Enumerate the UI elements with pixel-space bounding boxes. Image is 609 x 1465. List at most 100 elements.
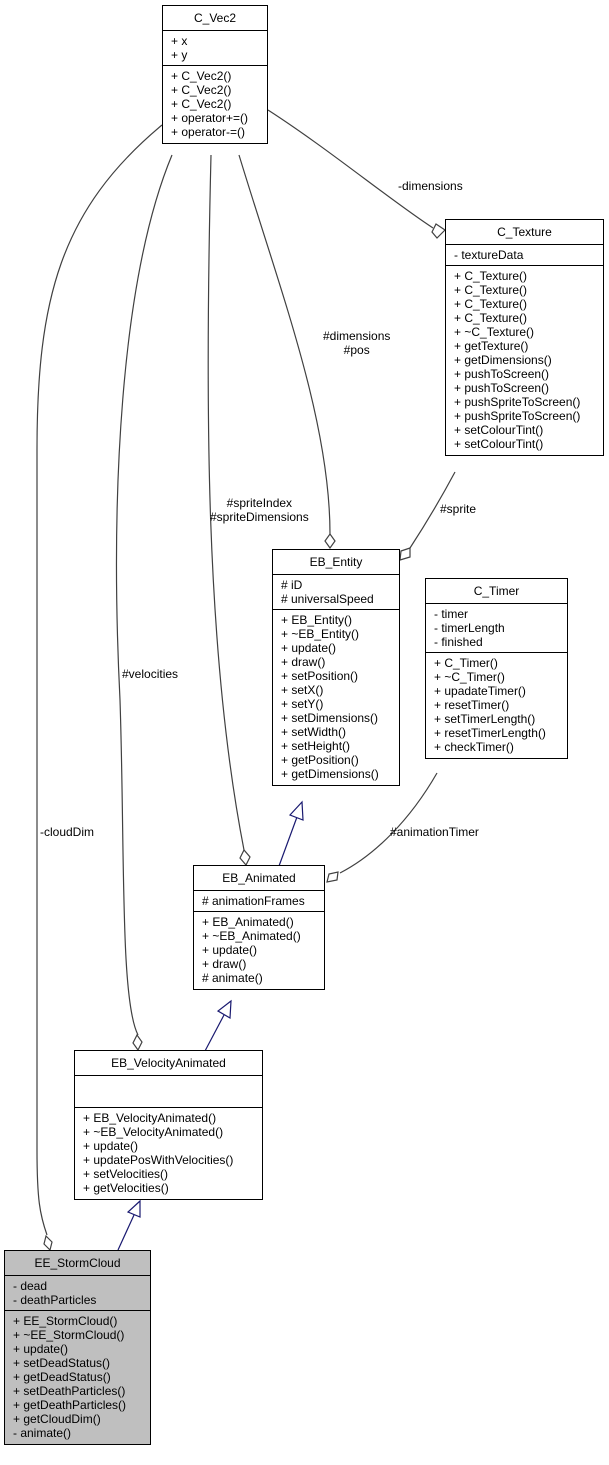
operation: + draw() [202,957,247,971]
operation: + getDeadStatus() [13,1370,111,1384]
operation: + setDimensions() [281,711,379,725]
operation: + setPosition() [281,669,359,683]
operation: + setColourTint() [454,437,544,451]
operation: + setY() [281,697,324,711]
class-name: C_Texture [446,220,603,245]
operation: + getDimensions() [454,353,552,367]
operation: + checkTimer() [434,740,514,754]
operation: + operator-=() [171,125,246,139]
label-animation-timer: #animationTimer [390,825,479,839]
operation: + setX() [281,683,324,697]
label-entity-dims-pos: #dimensions #pos [323,329,390,357]
class-c-vec2[interactable]: C_Vec2 + x + y + C_Vec2() + C_Vec2() + C_Vec2… [162,5,268,144]
attributes-compartment: # iD # universalSpeed [273,575,399,610]
operation: + operator+=() [171,111,249,125]
operation: + update() [83,1139,139,1153]
operation: + ~C_Texture() [454,325,535,339]
operation: + getTexture() [454,339,529,353]
operation: + setVelocities() [83,1167,169,1181]
class-c-texture[interactable]: C_Texture - textureData + C_Texture() + C_T… [445,219,604,456]
diamond-velocities [132,1033,143,1052]
operation: + getDeathParticles() [13,1398,127,1412]
edge-inherit-velocity-animated [204,1014,225,1052]
diamond-sprite-index [239,848,251,867]
class-name: C_Timer [426,579,567,604]
operation: + EB_VelocityAnimated() [83,1111,217,1125]
attribute: - timerLength [434,621,505,635]
attributes-compartment [75,1076,262,1108]
attribute: - deathParticles [13,1293,97,1307]
operation: + ~EB_VelocityAnimated() [83,1125,224,1139]
operation: + getCloudDim() [13,1412,101,1426]
diamond-cloud-dim [43,1234,53,1252]
operation: # animate() [202,971,263,985]
operations-compartment: + EB_VelocityAnimated() + ~EB_VelocityAni… [75,1108,262,1199]
operation: + EB_Animated() [202,915,294,929]
edge-velocities [115,154,173,1036]
operation: + upadateTimer() [434,684,526,698]
attribute: + x [171,34,188,48]
operation: + getDimensions() [281,767,379,781]
operation: + setDeadStatus() [13,1356,111,1370]
arrow-inherit-animated [216,999,232,1020]
operation: + C_Texture() [454,311,528,325]
operations-compartment: + EE_StormCloud() + ~EE_StormCloud() + upd… [5,1311,150,1444]
operation: + EE_StormCloud() [13,1314,118,1328]
operation: + getVelocities() [83,1181,169,1195]
operation: + C_Texture() [454,297,528,311]
operation: + ~EB_Entity() [281,627,360,641]
class-eb-velocityanimated[interactable]: EB_VelocityAnimated + EB_VelocityAnimated… [74,1050,263,1200]
operations-compartment: + C_Texture() + C_Texture() + C_Texture() +… [446,266,603,455]
label-dimensions-entity: #dimensions [323,329,391,343]
attribute: - dead [13,1279,48,1293]
operations-compartment: + EB_Animated() + ~EB_Animated() + update(… [194,912,324,989]
edge-inherit-storm-velocity [117,1214,135,1251]
attributes-compartment: # animationFrames [194,891,324,912]
diamond-sprite [399,547,411,561]
class-name: EB_VelocityAnimated [75,1051,262,1076]
operations-compartment: + EB_Entity() + ~EB_Entity() + update() + d… [273,610,399,785]
operation: + update() [281,641,337,655]
class-eb-animated[interactable]: EB_Animated # animationFrames + EB_Animate… [193,865,325,990]
label-sprite-index: #spriteIndex [226,496,293,510]
arrow-inherit-entity [288,800,304,821]
operation: + update() [13,1342,69,1356]
operation: + setTimerLength() [434,712,536,726]
label-sprite: #sprite [440,502,477,516]
class-eb-entity[interactable]: EB_Entity # iD # universalSpeed + EB_Entity… [272,549,400,786]
class-name: C_Vec2 [163,6,267,31]
edge-inherit-animated-entity [278,816,298,867]
operation: + getPosition() [281,753,359,767]
class-name: EB_Entity [273,550,399,575]
label-pos: #pos [343,343,370,357]
label-sprite-index-dims: #spriteIndex #spriteDimensions [210,496,309,524]
operation: + resetTimerLength() [434,726,546,740]
operation: + C_Texture() [454,269,528,283]
operation: + pushSpriteToScreen() [454,409,581,423]
attributes-compartment: + x + y [163,31,267,66]
operations-compartment: + C_Vec2() + C_Vec2() + C_Vec2() + operator… [163,66,267,143]
label-sprite-dimensions: #spriteDimensions [210,510,309,524]
operation: - animate() [13,1426,72,1440]
operation: + C_Vec2() [171,69,232,83]
operation: + updatePosWithVelocities() [83,1153,234,1167]
attribute: # animationFrames [202,894,305,908]
edge-animation-timer [339,772,438,874]
operation: + update() [202,943,258,957]
attribute: # iD [281,578,303,592]
operation: + C_Vec2() [171,97,232,111]
class-c-timer[interactable]: C_Timer - timer - timerLength - finished + C… [425,578,568,759]
operation: + ~EB_Animated() [202,929,301,943]
operation: + C_Texture() [454,283,528,297]
operation: + setDeathParticles() [13,1384,126,1398]
attribute: - timer [434,607,468,621]
diamond-dimensions [431,223,446,239]
class-ee-stormcloud[interactable]: EE_StormCloud - dead - deathParticles + EE_… [4,1250,151,1445]
arrow-inherit-velocity [126,1199,141,1218]
operation: + setHeight() [281,739,351,753]
operation: + setWidth() [281,725,347,739]
diamond-animation-timer [326,871,339,883]
operation: + setColourTint() [454,423,544,437]
attribute: - textureData [454,248,524,262]
label-velocities: #velocities [122,667,179,681]
